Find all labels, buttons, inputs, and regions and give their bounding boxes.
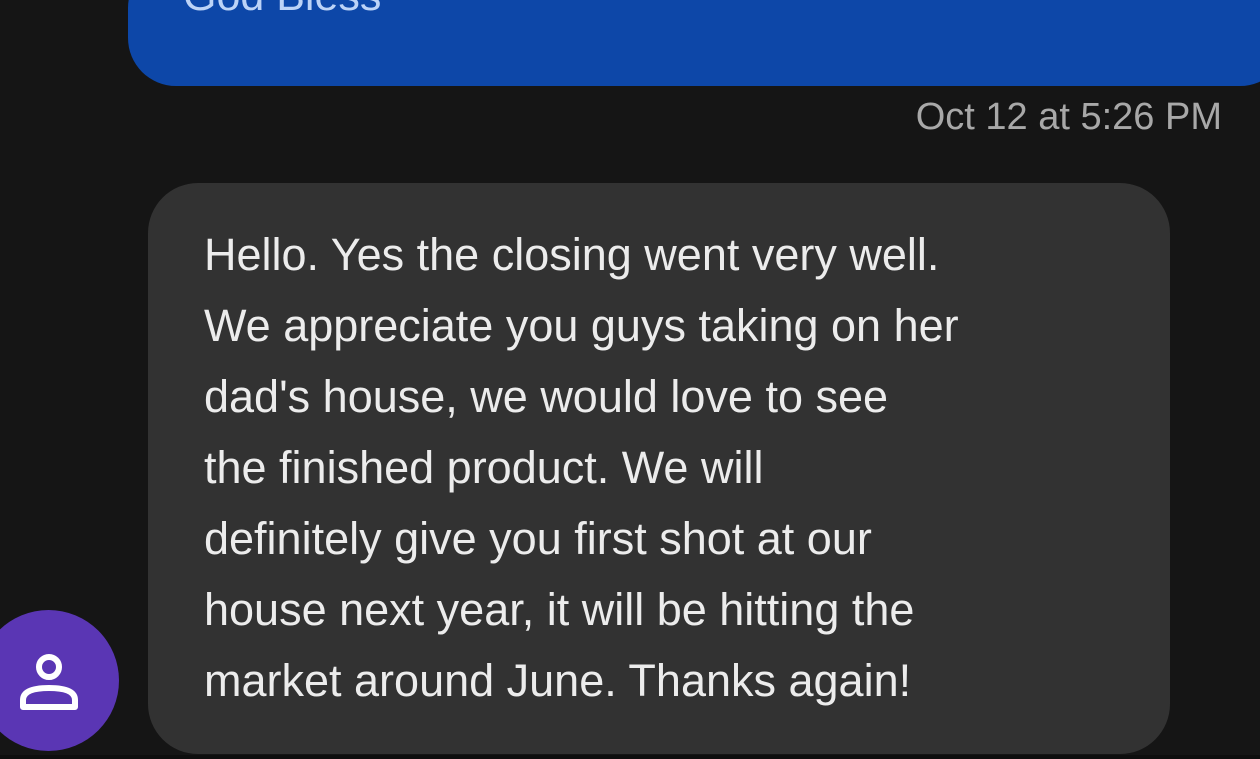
received-message-bubble[interactable]: Hello. Yes the closing went very well. W… <box>148 183 1170 754</box>
message-thread: God Bless Oct 12 at 5:26 PM Hello. Yes t… <box>0 0 1260 759</box>
sent-message-text: God Bless <box>183 0 381 24</box>
message-timestamp: Oct 12 at 5:26 PM <box>915 96 1222 138</box>
contact-avatar[interactable] <box>0 610 119 751</box>
person-icon <box>20 654 78 710</box>
sent-message-bubble[interactable]: God Bless <box>128 0 1260 86</box>
received-message-text: Hello. Yes the closing went very well. W… <box>204 229 959 706</box>
divider <box>0 755 1260 759</box>
